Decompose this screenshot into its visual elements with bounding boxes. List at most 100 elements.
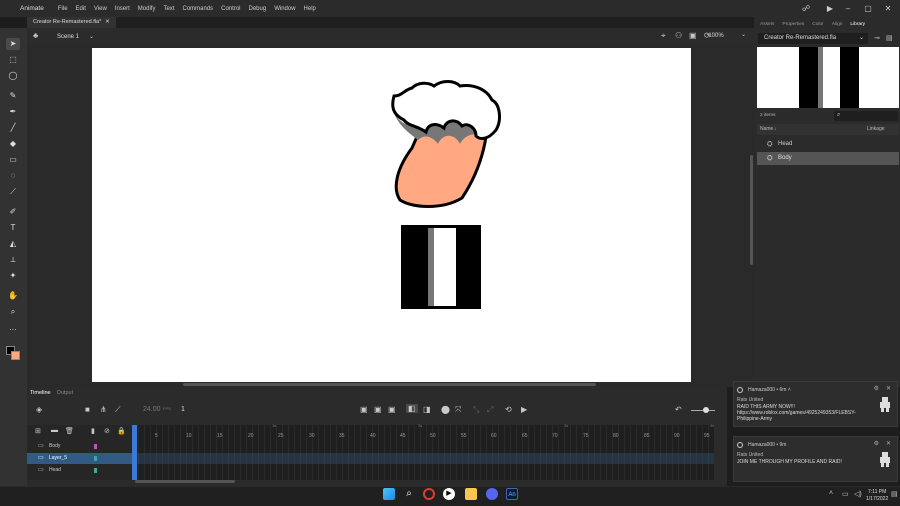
fluid-brush-tool-icon[interactable]: ✎ [6,90,20,102]
menu-text[interactable]: Text [159,6,178,12]
opera-icon[interactable] [423,488,435,500]
pencil-tool-icon[interactable]: ✐ [6,206,20,218]
close-tab-icon[interactable]: ✕ [105,17,110,28]
close-icon[interactable]: ✕ [886,440,891,447]
minimize-icon[interactable]: – [838,0,858,17]
library-search-input[interactable]: ⌕ [834,111,898,121]
search-icon[interactable]: ⌕ [403,488,415,500]
eyedropper-tool-icon[interactable]: ⟂ [6,254,20,266]
free-transform-tool-icon[interactable]: ⬚ [6,54,20,66]
play-preview-icon[interactable]: ▶ [820,0,840,17]
insert-frame-icon[interactable]: ▣ [388,405,396,414]
edit-multiple-frames-icon[interactable]: ◨ [423,405,431,414]
undo-icon[interactable]: ↶ [675,405,682,414]
gear-icon[interactable]: ⚙ [874,385,879,392]
horizontal-scrollbar[interactable] [183,383,596,386]
body-symbol[interactable] [401,225,481,309]
chevron-up-icon[interactable]: ˄ [829,490,833,497]
maximize-icon[interactable]: ▢ [858,0,878,17]
oval-tool-icon[interactable]: ◌ [6,170,20,182]
notification-card[interactable]: Hamaza000 • 6m ˄ ⚙ ✕ Rats United RAID TH… [733,381,898,427]
tab-library[interactable]: Library [850,22,865,32]
more-tools-icon[interactable]: … [6,322,20,334]
rectangle-tool-icon[interactable]: ▭ [6,154,20,166]
library-document-select[interactable]: Creator Re-Remastered.fla ⌄ [758,33,868,44]
notification-card[interactable]: Hamaza000 • 9m ⚙ ✕ Rats United JOIN ME T… [733,436,898,482]
shape-tween-icon[interactable]: ⤡ [473,405,479,415]
menu-modify[interactable]: Modify [134,6,160,12]
menu-help[interactable]: Help [300,6,320,12]
clip-content-icon[interactable]: ▣ [689,31,697,40]
menu-window[interactable]: Window [270,6,299,12]
file-explorer-icon[interactable] [465,488,477,500]
tab-output[interactable]: Output [57,390,74,396]
timeline-scrollbar[interactable] [135,480,235,483]
head-symbol[interactable] [391,80,501,208]
layer-color-marker[interactable] [94,468,97,473]
lasso-tool-icon[interactable]: ◯ [6,70,20,82]
layer-layer-5[interactable]: ▭ Layer_5 [27,453,132,464]
selection-tool-icon[interactable]: ➤ [6,38,20,50]
current-frame[interactable]: 1 [181,406,185,413]
tab-assets[interactable]: Assets [760,22,774,32]
new-folder-icon[interactable]: ▬ [51,427,58,434]
volume-icon[interactable]: ◁) [854,490,862,498]
loop-icon[interactable]: ⟲ [505,405,512,414]
stage[interactable] [92,48,691,382]
library-item-head[interactable]: ⛭ Head [757,138,899,151]
clock[interactable]: 7:11 PM 1/17/2022 [866,489,888,503]
menu-control[interactable]: Control [217,6,244,12]
center-stage-icon[interactable]: ⌖ [661,31,666,41]
paint-bucket-tool-icon[interactable]: ◭ [6,238,20,250]
close-icon[interactable]: ✕ [878,0,898,17]
column-linkage[interactable]: Linkage [867,126,885,132]
vertical-scrollbar[interactable] [750,155,753,265]
bone-tool-icon[interactable]: ✦ [6,270,20,282]
insert-keyframe-icon[interactable]: ▣ [360,405,368,414]
hand-tool-icon[interactable]: ✋ [6,290,20,302]
media-player-icon[interactable]: ▶ [443,488,455,500]
tab-color[interactable]: Color [812,22,823,32]
start-icon[interactable] [383,488,395,500]
share-icon[interactable]: ☍ [796,0,816,17]
chevron-down-icon[interactable]: ⌄ [89,33,94,40]
new-library-panel-icon[interactable]: ▤ [886,34,893,42]
column-name[interactable]: Name [760,126,773,132]
fps-value[interactable]: 24.00 [143,406,161,413]
camera-icon[interactable]: ⚇ [675,31,682,40]
layer-body[interactable]: ▭ Body [27,441,132,452]
zoom-tool-icon[interactable]: ⌕ [6,306,20,318]
menu-view[interactable]: View [90,6,111,12]
create-tween-icon[interactable]: ⬤ [441,405,450,414]
pin-icon[interactable]: ⊸ [874,34,880,42]
animate-app-icon[interactable]: An [506,488,518,500]
insert-blank-keyframe-icon[interactable]: ▣ [374,405,382,414]
graph-icon[interactable]: ⟋ [115,405,121,415]
menu-debug[interactable]: Debug [245,6,271,12]
fill-color-swatch[interactable] [11,351,20,360]
close-icon[interactable]: ✕ [886,385,891,392]
gear-icon[interactable]: ⚙ [874,440,879,447]
play-icon[interactable]: ▶ [521,405,527,414]
network-icon[interactable]: ▭ [842,490,849,498]
tab-timeline[interactable]: Timeline [30,390,51,396]
edit-symbols-icon[interactable]: ♣ [33,31,38,40]
tab-properties[interactable]: Properties [782,22,804,32]
tab-align[interactable]: Align [832,22,843,32]
outline-icon[interactable]: ▮ [91,427,95,435]
layer-head[interactable]: ▭ Head [27,465,132,476]
eraser-tool-icon[interactable]: ◆ [6,138,20,150]
text-tool-icon[interactable]: T [6,222,20,234]
zoom-select[interactable]: 100% [702,31,730,42]
onion-skin-icon[interactable]: ◧ [406,404,418,413]
menu-commands[interactable]: Commands [178,6,217,12]
parenting-icon[interactable]: ⋔ [100,405,107,414]
timeline-zoom-thumb[interactable] [703,407,709,413]
zoom-dropdown-icon[interactable]: ⌄ [741,31,746,38]
new-layer-icon[interactable]: ⊞ [35,427,41,435]
playhead[interactable] [132,425,137,480]
delete-layer-icon[interactable]: 🗑 [65,427,74,435]
document-tab[interactable]: Creator Re-Remastered.fla* ✕ [27,17,116,28]
discord-icon[interactable] [486,488,498,500]
notification-center-icon[interactable]: ▤ [891,490,898,498]
